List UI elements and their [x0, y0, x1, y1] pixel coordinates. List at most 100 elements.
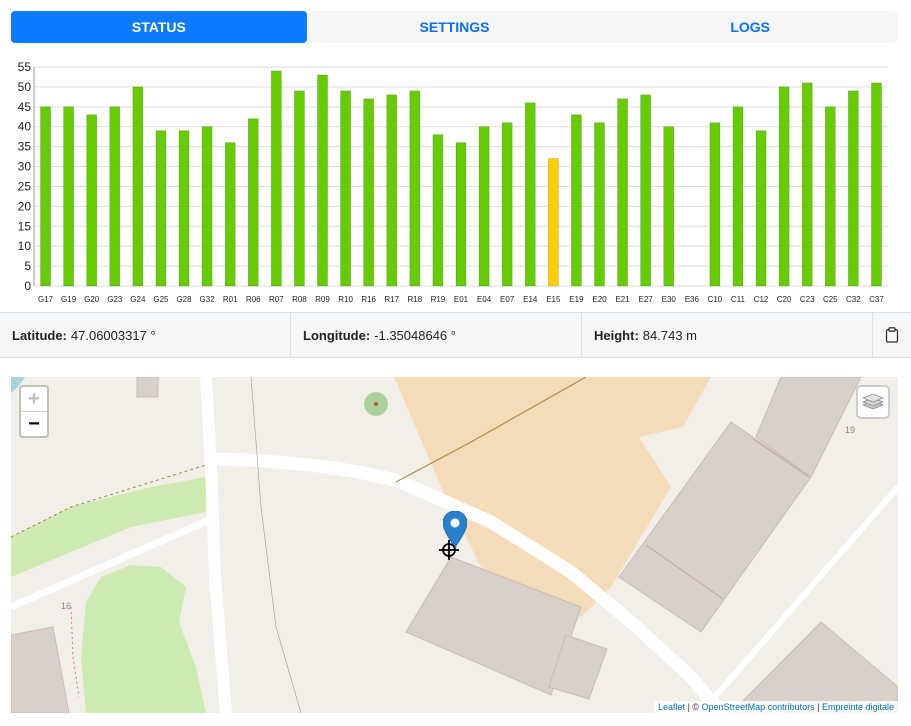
map-attribution: Leaflet | © OpenStreetMap contributors |…	[654, 701, 898, 713]
bar-R01	[224, 142, 236, 287]
layers-button[interactable]	[856, 385, 890, 419]
y-tick-label: 35	[18, 140, 32, 154]
x-tick-label: E19	[569, 295, 584, 304]
tab-status[interactable]: STATUS	[11, 11, 307, 43]
x-tick-label: C10	[708, 295, 723, 304]
bar-G20	[86, 114, 98, 287]
footprint-link[interactable]: Empreinte digitale	[822, 702, 894, 712]
x-tick-label: G24	[130, 295, 146, 304]
bar-C12	[755, 130, 767, 287]
x-tick-label: C37	[869, 295, 884, 304]
bar-R18	[409, 90, 421, 287]
bar-E27	[640, 94, 651, 287]
zoom-in-button[interactable]: +	[21, 387, 47, 412]
x-tick-label: E01	[454, 295, 469, 304]
tab-logs[interactable]: LOGS	[602, 11, 898, 43]
bar-C23	[801, 82, 813, 287]
tab-bar: STATUS SETTINGS LOGS	[11, 11, 898, 43]
y-tick-label: 30	[18, 160, 32, 174]
bar-R10	[340, 90, 351, 287]
bar-G23	[109, 106, 121, 287]
bar-E19	[571, 114, 582, 287]
y-tick-label: 10	[18, 239, 32, 253]
x-tick-label: R19	[431, 295, 446, 304]
x-tick-label: C12	[754, 295, 769, 304]
bar-G17	[40, 106, 51, 287]
x-tick-label: C11	[731, 295, 746, 304]
latitude-value: 47.06003317 °	[70, 327, 156, 343]
y-tick-label: 15	[18, 219, 32, 233]
attribution-separator: | ©	[685, 702, 702, 712]
y-tick-label: 45	[18, 100, 32, 114]
longitude-value: -1.35048646 °	[374, 327, 456, 343]
bar-R17	[386, 94, 398, 287]
x-tick-label: R07	[269, 295, 284, 304]
bar-E20	[594, 122, 605, 287]
x-tick-label: G32	[200, 295, 216, 304]
bar-R09	[317, 74, 328, 287]
latitude-cell: Latitude: 47.06003317 °	[0, 313, 291, 357]
y-tick-label: 40	[18, 120, 32, 134]
x-tick-label: C32	[846, 295, 861, 304]
bar-E14	[524, 102, 536, 287]
bar-R19	[432, 134, 444, 287]
bar-E07	[501, 122, 513, 287]
satellite-snr-chart: 0 5 10 15 20 25 30 35 40 45 50 55 G17 G19 G20 G23 G24 G25…	[18, 60, 888, 304]
latitude-label: Latitude:	[12, 327, 67, 343]
map-view[interactable]: 19 16 + − Leaflet | © OpenStreetMap cont…	[11, 377, 898, 713]
x-tick-label: R09	[315, 295, 330, 304]
x-tick-label: E20	[592, 295, 607, 304]
x-tick-label: E27	[639, 295, 654, 304]
height-label: Height:	[594, 327, 639, 343]
bar-E15	[548, 158, 559, 287]
y-tick-label: 0	[24, 279, 31, 293]
bar-G28	[178, 130, 190, 287]
y-tick-label: 5	[24, 259, 31, 273]
bar-C11	[732, 106, 744, 287]
bar-E30	[663, 126, 675, 287]
x-tick-label: G19	[61, 295, 77, 304]
longitude-cell: Longitude: -1.35048646 °	[291, 313, 582, 357]
y-tick-label: 50	[18, 80, 32, 94]
y-tick-label: 25	[18, 179, 32, 193]
position-bar: Latitude: 47.06003317 ° Longitude: -1.35…	[0, 312, 911, 358]
x-tick-label: C20	[777, 295, 792, 304]
x-tick-label: G25	[153, 295, 169, 304]
bar-R16	[363, 98, 374, 287]
layers-icon	[862, 393, 884, 410]
x-tick-label: R01	[223, 295, 238, 304]
bar-E04	[478, 126, 490, 287]
y-tick-label: 20	[18, 199, 32, 213]
house-number: 16	[61, 601, 72, 611]
height-cell: Height: 84.743 m	[582, 313, 873, 357]
longitude-label: Longitude:	[303, 327, 371, 343]
x-tick-label: G17	[38, 295, 54, 304]
x-tick-label: G23	[107, 295, 123, 304]
x-tick-label: G28	[176, 295, 192, 304]
attribution-separator: |	[814, 702, 822, 712]
x-tick-label: E30	[662, 295, 677, 304]
x-tick-label: R06	[246, 295, 261, 304]
bar-C32	[848, 90, 859, 287]
copy-position-button[interactable]	[873, 313, 911, 357]
bar-C25	[824, 106, 836, 287]
zoom-control: + −	[19, 385, 49, 438]
osm-link[interactable]: OpenStreetMap contributors	[702, 702, 815, 712]
x-tick-label: E07	[500, 295, 515, 304]
bar-E21	[617, 98, 628, 287]
tab-settings[interactable]: SETTINGS	[307, 11, 603, 43]
bar-R06	[247, 118, 259, 287]
bar-G19	[63, 106, 74, 287]
x-tick-label: E15	[546, 295, 561, 304]
bar-R07	[271, 70, 282, 287]
zoom-out-button[interactable]: −	[21, 412, 47, 436]
leaflet-link[interactable]: Leaflet	[658, 702, 685, 712]
bar-G25	[155, 130, 167, 287]
y-tick-label: 55	[18, 60, 32, 74]
x-tick-label: E21	[615, 295, 630, 304]
bar-R08	[294, 90, 305, 287]
x-tick-label: G20	[84, 295, 100, 304]
clipboard-icon	[885, 327, 899, 343]
height-value: 84.743 m	[642, 327, 697, 343]
bar-G24	[132, 86, 144, 287]
